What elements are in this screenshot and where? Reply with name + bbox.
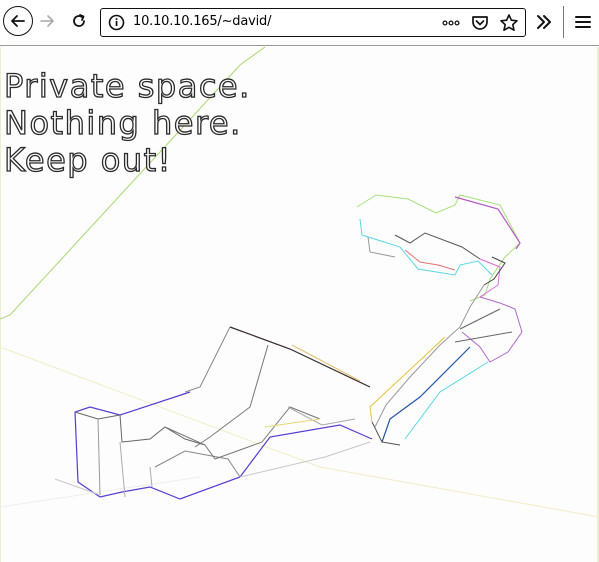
forward-arrow-icon — [40, 15, 54, 27]
pocket-icon[interactable] — [470, 13, 490, 33]
back-arrow-icon — [11, 15, 25, 27]
toolbar-separator — [563, 6, 564, 38]
back-button[interactable] — [3, 6, 33, 36]
forward-button[interactable] — [32, 6, 62, 36]
info-icon[interactable] — [108, 14, 125, 31]
page-content: Private space. Nothing here. Keep out! — [0, 47, 599, 562]
address-bar[interactable]: 10.10.10.165/~david/ — [100, 8, 526, 37]
heading-line-private-space: Private space. — [3, 67, 251, 105]
star-icon[interactable] — [499, 13, 519, 33]
more-horizontal-icon[interactable] — [441, 13, 461, 33]
hamburger-menu-icon[interactable] — [571, 10, 595, 34]
reload-button[interactable] — [64, 6, 94, 36]
chevron-double-right-icon[interactable] — [532, 10, 556, 34]
heading-line-keep-out: Keep out! — [3, 141, 172, 179]
reload-icon — [73, 14, 85, 27]
browser-toolbar: 10.10.10.165/~david/ — [0, 0, 599, 46]
url-text[interactable]: 10.10.10.165/~david/ — [133, 14, 271, 29]
heading-line-nothing-here: Nothing here. — [3, 104, 242, 142]
page-heading: Private space. Nothing here. Keep out! — [3, 67, 251, 179]
